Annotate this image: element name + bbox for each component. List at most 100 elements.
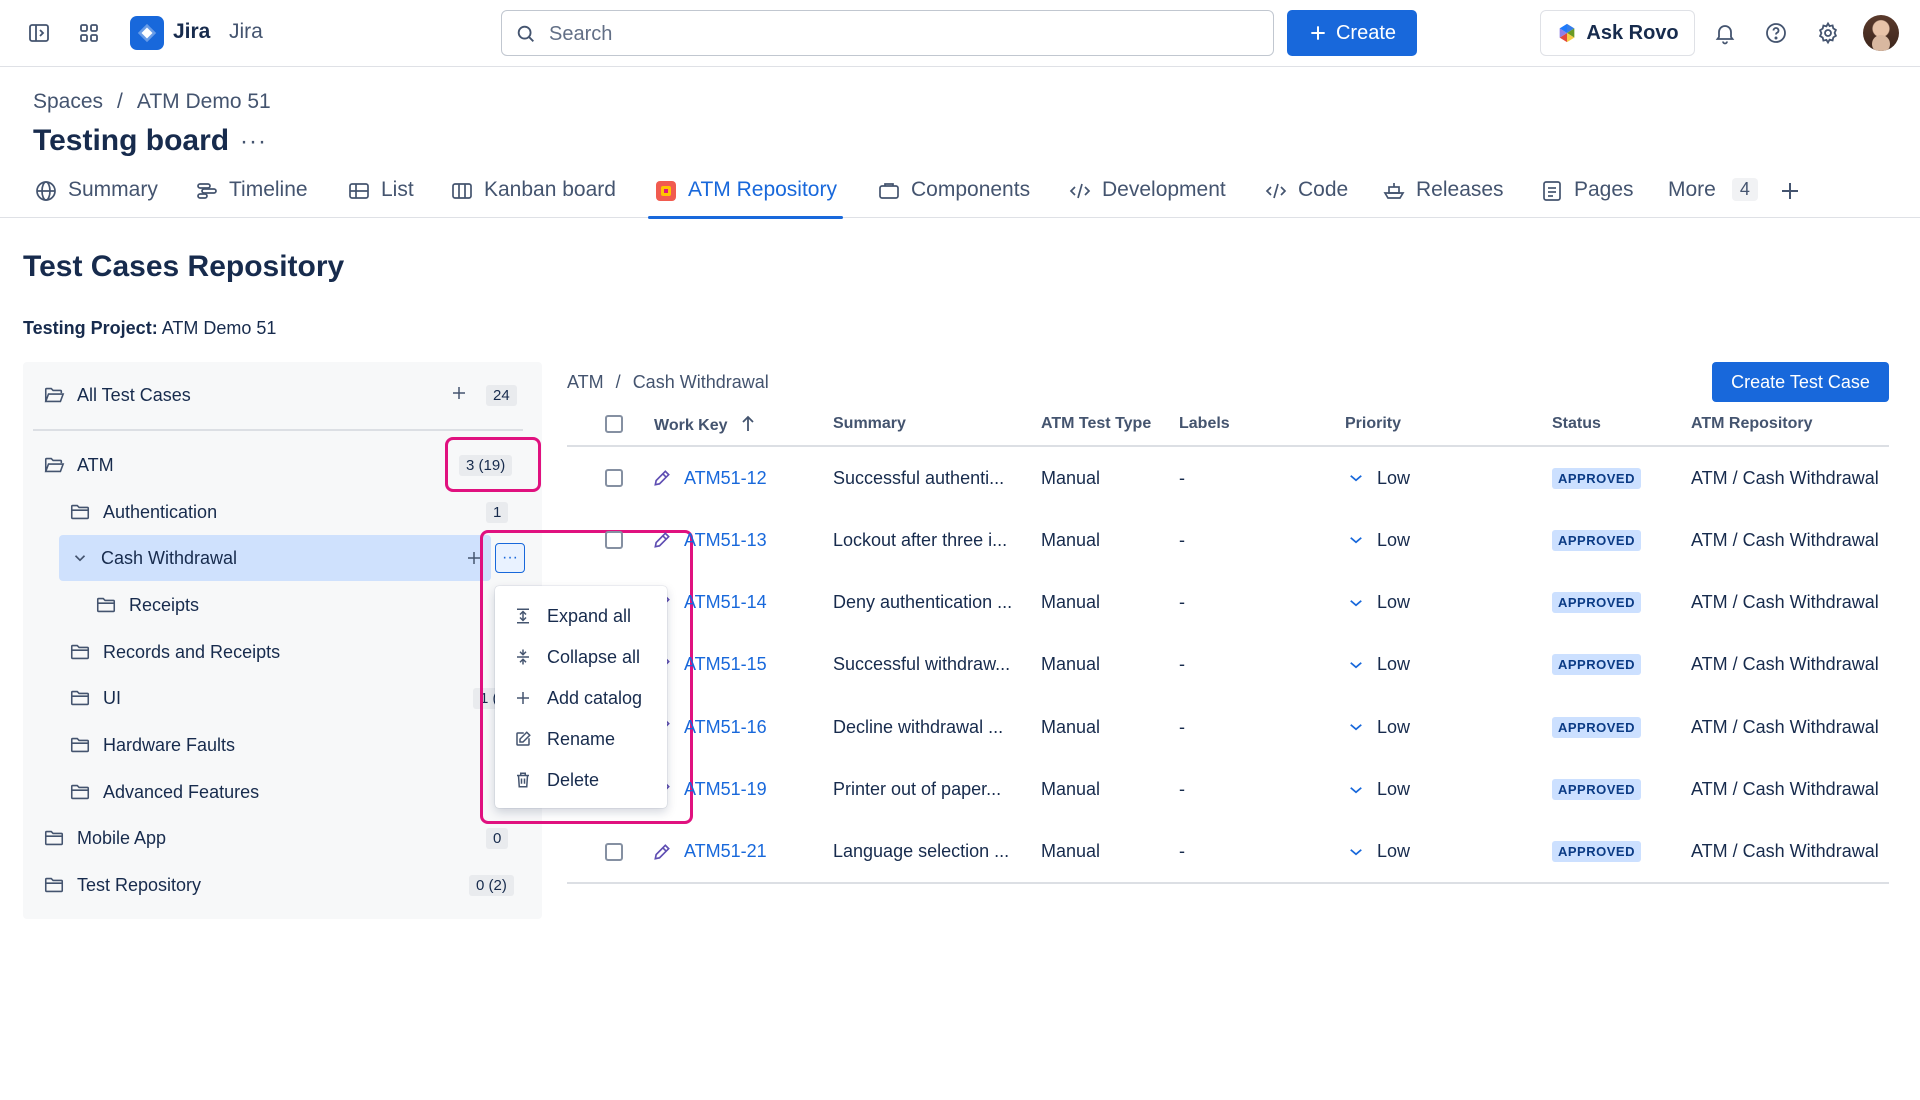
- column-header-status[interactable]: Status: [1552, 415, 1601, 433]
- tree-item-mobile-app[interactable]: Mobile App: [43, 819, 166, 857]
- menu-item-add-catalog[interactable]: Add catalog: [513, 683, 642, 713]
- brand-logo-text[interactable]: Jira: [173, 20, 210, 44]
- table-row[interactable]: ATM51-15 Successful withdraw... Manual - Low…: [567, 634, 1889, 696]
- sort-ascending-icon[interactable]: [740, 415, 756, 433]
- edit-pencil-icon[interactable]: [652, 447, 672, 509]
- tree-item-atm[interactable]: ATM: [43, 446, 114, 484]
- tab-label: More: [1668, 178, 1716, 201]
- create-test-case-button[interactable]: Create Test Case: [1712, 362, 1889, 402]
- ship-icon: [1382, 179, 1406, 203]
- table-row[interactable]: ATM51-14 Deny authentication ... Manual - Lo…: [567, 572, 1889, 634]
- sidebar-toggle-icon[interactable]: [24, 18, 54, 48]
- work-key-link[interactable]: ATM51-19: [684, 759, 767, 821]
- folder-open-icon: [43, 384, 65, 406]
- tree-item-receipts[interactable]: Receipts: [95, 586, 199, 624]
- column-header-atm-repository[interactable]: ATM Repository: [1691, 415, 1812, 433]
- user-avatar[interactable]: [1863, 15, 1899, 51]
- row-checkbox[interactable]: [605, 842, 623, 861]
- tree-item-ui[interactable]: UI: [69, 679, 121, 717]
- menu-item-label: Add catalog: [547, 687, 643, 708]
- test-type-cell: Manual: [1041, 654, 1101, 675]
- tree-item-label: UI: [103, 687, 121, 708]
- table-breadcrumb-atm[interactable]: ATM: [567, 372, 604, 393]
- row-checkbox[interactable]: [605, 469, 623, 487]
- menu-item-expand-all[interactable]: Expand all: [513, 601, 631, 631]
- menu-item-delete[interactable]: Delete: [513, 765, 599, 795]
- chevron-down-icon[interactable]: [71, 549, 91, 567]
- column-header-work-key[interactable]: Work Key: [654, 415, 756, 435]
- work-key-link[interactable]: ATM51-21: [684, 821, 767, 883]
- priority-low-icon: [1347, 759, 1365, 821]
- table-row[interactable]: ATM51-12 Successful authenti... Manual - Low…: [567, 447, 1889, 509]
- column-header-summary[interactable]: Summary: [833, 415, 906, 433]
- add-tab-button[interactable]: [1778, 178, 1802, 218]
- labels-cell: -: [1179, 592, 1185, 613]
- priority-cell: Low: [1377, 467, 1411, 488]
- menu-item-collapse-all[interactable]: Collapse all: [513, 642, 640, 672]
- tree-item-label: Test Repository: [77, 874, 202, 895]
- create-button[interactable]: Create: [1287, 10, 1417, 56]
- folder-icon: [69, 734, 91, 756]
- column-header-atm-test-type[interactable]: ATM Test Type: [1041, 415, 1151, 433]
- tab-more[interactable]: More 4: [1668, 178, 1758, 218]
- tree-item-advanced-features[interactable]: Advanced Features: [69, 773, 259, 811]
- add-folder-icon[interactable]: [450, 384, 468, 402]
- work-key-link[interactable]: ATM51-14: [684, 572, 767, 634]
- tab-summary[interactable]: Summary: [34, 178, 158, 218]
- jira-logo-icon[interactable]: [130, 16, 164, 50]
- work-key-link[interactable]: ATM51-12: [684, 447, 767, 509]
- folder-icon: [69, 781, 91, 803]
- tab-pages[interactable]: Pages: [1540, 178, 1634, 218]
- tree-item-all-test-cases[interactable]: All Test Cases: [43, 376, 191, 414]
- breadcrumb-project[interactable]: ATM Demo 51: [137, 90, 271, 114]
- settings-gear-icon[interactable]: [1813, 18, 1843, 48]
- tab-code[interactable]: Code: [1264, 178, 1348, 218]
- status-badge: APPROVED: [1552, 841, 1641, 863]
- tree-item-test-repository[interactable]: Test Repository: [43, 866, 201, 904]
- row-checkbox[interactable]: [605, 531, 623, 550]
- tree-item-hardware-faults[interactable]: Hardware Faults: [69, 726, 235, 764]
- table-row[interactable]: ATM51-19 Printer out of paper... Manual - Lo…: [567, 759, 1889, 821]
- search-input[interactable]: Search: [501, 10, 1274, 56]
- status-badge: APPROVED: [1552, 529, 1641, 551]
- table-row[interactable]: ATM51-21 Language selection ... Manual - Low…: [567, 821, 1889, 883]
- tab-timeline[interactable]: Timeline: [195, 178, 308, 218]
- status-cell: APPROVED: [1552, 509, 1641, 571]
- tree-item-cash-withdrawal[interactable]: Cash Withdrawal: [71, 539, 237, 577]
- notifications-bell-icon[interactable]: [1710, 18, 1740, 48]
- table-row[interactable]: ATM51-13 Lockout after three i... Manual - L…: [567, 509, 1889, 571]
- tree-item-records-and-receipts[interactable]: Records and Receipts: [69, 633, 280, 671]
- app-switcher-icon[interactable]: [74, 18, 104, 48]
- ask-rovo-button[interactable]: Ask Rovo: [1540, 10, 1695, 56]
- tree-divider: [33, 429, 523, 431]
- table-header: Work Key Summary ATM Test Type Labels Pr…: [567, 413, 1889, 447]
- tab-development[interactable]: Development: [1068, 178, 1226, 218]
- edit-pencil-icon[interactable]: [652, 821, 672, 883]
- rovo-icon: [1556, 22, 1578, 44]
- edit-pencil-icon[interactable]: [652, 509, 672, 571]
- column-header-priority[interactable]: Priority: [1345, 415, 1401, 433]
- tree-item-authentication[interactable]: Authentication: [69, 493, 217, 531]
- breadcrumb-spaces[interactable]: Spaces: [33, 90, 103, 114]
- work-key-link[interactable]: ATM51-15: [684, 634, 767, 696]
- repository-cell: ATM / Cash Withdrawal: [1691, 592, 1879, 613]
- work-key-link[interactable]: ATM51-16: [684, 696, 767, 758]
- select-all-checkbox[interactable]: [605, 415, 623, 433]
- more-actions-icon[interactable]: ···: [240, 128, 267, 156]
- testing-project-line: Testing Project: ATM Demo 51: [23, 318, 276, 339]
- tab-components[interactable]: Components: [877, 178, 1030, 218]
- tab-label: Pages: [1574, 178, 1634, 201]
- tab-atm-repository[interactable]: ATM Repository: [648, 178, 843, 219]
- tab-releases[interactable]: Releases: [1382, 178, 1504, 218]
- help-icon[interactable]: [1761, 18, 1791, 48]
- tab-kanban-board[interactable]: Kanban board: [450, 178, 616, 218]
- column-header-labels[interactable]: Labels: [1179, 415, 1230, 433]
- work-key-link[interactable]: ATM51-13: [684, 509, 767, 571]
- tab-list[interactable]: List: [347, 178, 414, 218]
- folder-open-icon: [43, 454, 65, 476]
- table-row[interactable]: ATM51-16 Decline withdrawal ... Manual - Low…: [567, 696, 1889, 758]
- menu-item-rename[interactable]: Rename: [513, 724, 615, 754]
- tree-item-label: Authentication: [103, 501, 218, 522]
- repository-cell: ATM / Cash Withdrawal: [1691, 716, 1879, 737]
- summary-cell: Lockout after three i...: [833, 529, 1008, 550]
